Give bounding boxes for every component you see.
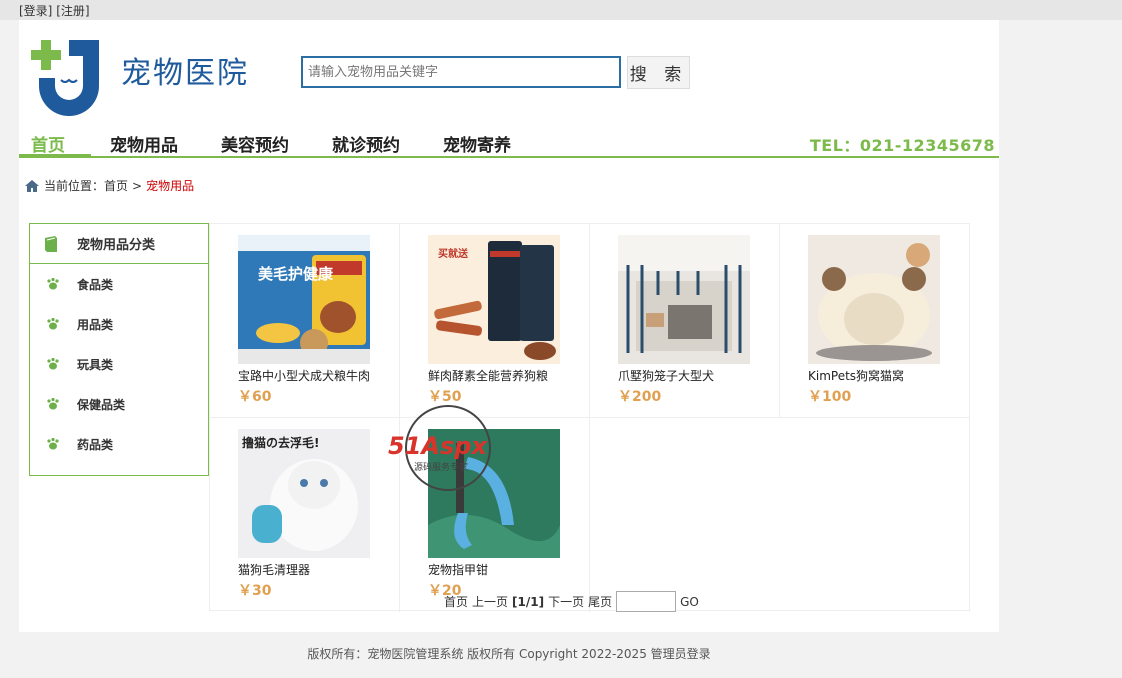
category-label: 食品类 xyxy=(77,277,114,292)
product-card[interactable]: 美毛护健康 宝路中小型犬成犬粮牛肉 ￥60 xyxy=(210,224,400,418)
auth-links: [登录] [注册] xyxy=(19,2,90,19)
product-card[interactable]: 爪墅狗笼子大型犬 ￥200 xyxy=(590,224,780,418)
product-image[interactable]: 买就送 xyxy=(428,235,560,364)
paw-icon xyxy=(47,317,59,330)
nav-item-grooming[interactable]: 美容预约 xyxy=(221,131,289,156)
book-icon xyxy=(45,235,57,252)
product-name[interactable]: KimPets狗窝猫窝 xyxy=(808,367,904,384)
nav-item-clinic[interactable]: 就诊预约 xyxy=(332,131,400,156)
nav-item-boarding[interactable]: 宠物寄养 xyxy=(443,131,511,156)
product-price: ￥30 xyxy=(238,583,272,599)
main-nav: 首页 宠物用品 美容预约 就诊预约 宠物寄养 TEL：021-12345678 xyxy=(19,127,999,158)
pager-next[interactable]: 下一页 xyxy=(548,593,584,610)
product-card[interactable]: 撸猫の去浮毛! 猫狗毛清理器 ￥30 xyxy=(210,418,400,612)
category-label: 保健品类 xyxy=(77,397,126,412)
product-image-caption: 买就送 xyxy=(438,247,469,260)
product-card[interactable]: 宠物指甲钳 ￥20 xyxy=(400,418,590,612)
category-item-supplies[interactable]: 用品类 xyxy=(30,304,208,344)
footer: 版权所有：宠物医院管理系统 版权所有 Copyright 2022-2025 管… xyxy=(0,645,1018,662)
category-sidebar: 宠物用品分类 食品类 用品类 玩具类 保健品类 药品类 xyxy=(29,223,209,476)
product-image[interactable] xyxy=(808,235,940,364)
paw-icon xyxy=(47,357,59,370)
product-price: ￥60 xyxy=(238,389,272,405)
search-input[interactable] xyxy=(301,56,621,88)
paw-icon xyxy=(47,277,59,290)
login-link[interactable]: [登录] xyxy=(19,4,52,18)
product-card[interactable]: 买就送 鲜肉酵素全能营养狗粮 ￥50 xyxy=(400,224,590,418)
logo[interactable]: 宠物医院 xyxy=(19,26,269,116)
product-image-caption: 撸猫の去浮毛! xyxy=(242,435,319,450)
phone-number: TEL：021-12345678 xyxy=(809,136,995,155)
product-name[interactable]: 爪墅狗笼子大型犬 xyxy=(618,367,714,384)
pager-prev[interactable]: 上一页 xyxy=(472,593,508,610)
product-image[interactable]: 撸猫の去浮毛! xyxy=(238,429,370,558)
product-image[interactable] xyxy=(618,235,750,364)
breadcrumb: 当前位置：首页 > 宠物用品 xyxy=(24,177,194,194)
product-price: ￥50 xyxy=(428,389,462,405)
product-price: ￥100 xyxy=(808,389,852,405)
category-item-toys[interactable]: 玩具类 xyxy=(30,344,208,384)
product-name[interactable]: 宝路中小型犬成犬粮牛肉 xyxy=(238,367,370,384)
product-image-caption: 美毛护健康 xyxy=(258,265,334,283)
page-container: 宠物医院 搜 索 首页 宠物用品 美容预约 就诊预约 宠物寄养 TEL：021-… xyxy=(19,20,999,632)
top-bar: [登录] [注册] xyxy=(0,0,1122,20)
page-number-input[interactable] xyxy=(616,591,677,612)
breadcrumb-prefix[interactable]: 当前位置：首页 xyxy=(44,177,128,194)
logo-text: 宠物医院 xyxy=(121,56,249,91)
breadcrumb-current: 宠物用品 xyxy=(146,179,195,193)
product-image[interactable] xyxy=(428,429,560,558)
breadcrumb-separator: > xyxy=(132,178,143,193)
pager-first[interactable]: 首页 xyxy=(444,593,468,610)
product-grid: 美毛护健康 宝路中小型犬成犬粮牛肉 ￥60 买就送 鲜肉酵素全能营养狗粮 ￥50 xyxy=(209,223,970,612)
sidebar-header: 宠物用品分类 xyxy=(30,224,208,264)
product-name[interactable]: 鲜肉酵素全能营养狗粮 xyxy=(428,367,548,384)
register-link[interactable]: [注册] xyxy=(56,4,89,18)
category-label: 药品类 xyxy=(77,437,114,452)
product-price: ￥200 xyxy=(618,389,662,405)
pager-info: [1/1] xyxy=(512,594,545,609)
pagination: 首页 上一页 [1/1] 下一页 尾页 GO xyxy=(444,591,703,612)
footer-text: 版权所有：宠物医院管理系统 版权所有 Copyright 2022-2025 管… xyxy=(307,647,711,661)
category-label: 用品类 xyxy=(77,317,114,332)
search-bar: 搜 索 xyxy=(301,56,690,89)
pager-go-button[interactable]: GO xyxy=(680,595,699,609)
nav-item-pet-supplies[interactable]: 宠物用品 xyxy=(110,131,178,156)
product-name[interactable]: 宠物指甲钳 xyxy=(428,561,488,578)
paw-icon xyxy=(47,437,59,450)
pager-last[interactable]: 尾页 xyxy=(588,593,612,610)
sidebar-title: 宠物用品分类 xyxy=(77,238,156,253)
category-item-food[interactable]: 食品类 xyxy=(30,264,208,304)
logo-mark-icon xyxy=(31,40,99,116)
home-icon xyxy=(25,179,39,192)
nav-item-home[interactable]: 首页 xyxy=(31,131,65,156)
category-item-medicine[interactable]: 药品类 xyxy=(30,424,208,464)
product-card[interactable]: KimPets狗窝猫窝 ￥100 xyxy=(780,224,970,418)
nav-active-indicator xyxy=(19,154,91,158)
category-item-health[interactable]: 保健品类 xyxy=(30,384,208,424)
paw-icon xyxy=(47,397,59,410)
category-label: 玩具类 xyxy=(77,357,114,372)
product-image[interactable]: 美毛护健康 xyxy=(238,235,370,364)
search-button[interactable]: 搜 索 xyxy=(627,56,690,89)
product-name[interactable]: 猫狗毛清理器 xyxy=(238,561,310,578)
